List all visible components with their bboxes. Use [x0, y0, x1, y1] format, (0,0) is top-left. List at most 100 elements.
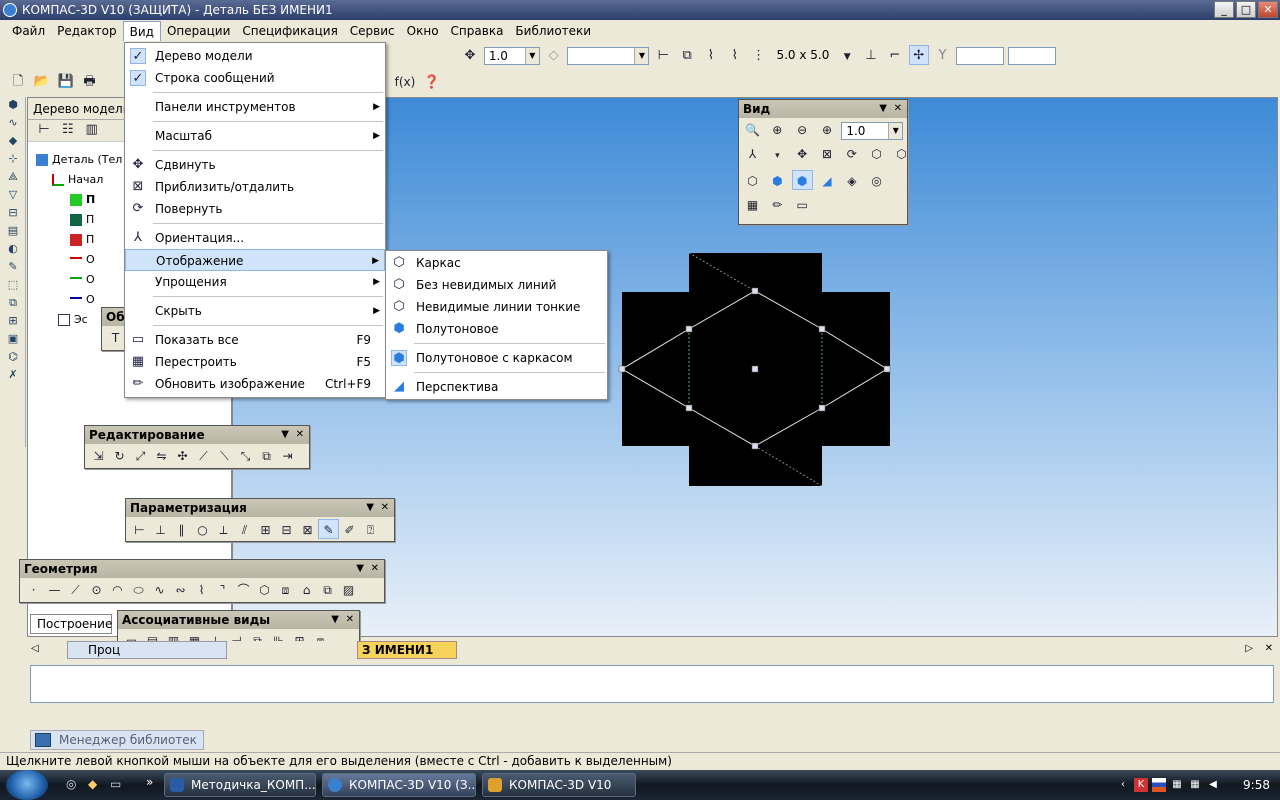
menu-item-rotate[interactable]: ⟳ Повернуть: [125, 198, 385, 220]
menu-item-message-bar[interactable]: ✓ Строка сообщений: [125, 67, 385, 89]
param-mode-icon[interactable]: ✎: [318, 519, 339, 539]
maximize-button[interactable]: □: [1236, 1, 1256, 18]
handle[interactable]: [818, 325, 826, 333]
tab-close-icon[interactable]: ✕: [1265, 643, 1273, 654]
save-icon[interactable]: 💾: [56, 72, 76, 92]
close-icon[interactable]: ✕: [346, 611, 354, 629]
normal-view-icon[interactable]: ⬡: [866, 144, 887, 164]
diagnostics-icon[interactable]: ▤: [3, 224, 23, 241]
aux-geometry-icon[interactable]: ⟁: [3, 170, 23, 187]
panel-menu-icon[interactable]: ▼: [331, 611, 339, 629]
handle[interactable]: [618, 365, 626, 373]
tree-list-icon[interactable]: ☷: [58, 120, 78, 140]
parallel-icon[interactable]: ∥: [171, 520, 192, 540]
quicklaunch-desktop-icon[interactable]: ▭: [110, 777, 121, 791]
assembly-icon[interactable]: ⧉: [3, 296, 23, 313]
handle[interactable]: [883, 365, 891, 373]
screen-icon[interactable]: ▭: [792, 195, 813, 215]
deform-icon[interactable]: ✣: [172, 446, 193, 466]
show-constraints-icon[interactable]: ✐: [339, 520, 360, 540]
hide-icon[interactable]: ◈: [841, 171, 862, 191]
help-pointer-icon[interactable]: ❓: [422, 73, 442, 93]
circle-icon[interactable]: ⊙: [86, 580, 107, 600]
arc-icon[interactable]: ◠: [107, 580, 128, 600]
menu-item-orientation[interactable]: ⅄ Ориентация...: [125, 227, 385, 249]
ref-geometry-icon[interactable]: ⬚: [3, 278, 23, 295]
orient-icon[interactable]: ⧉: [677, 46, 697, 66]
menu-service[interactable]: Сервис: [344, 21, 401, 41]
aux-line-icon[interactable]: —: [44, 580, 65, 600]
menu-file[interactable]: Файл: [6, 21, 51, 41]
vertical-icon[interactable]: ⊥: [150, 520, 171, 540]
open-icon[interactable]: 📂: [32, 72, 52, 92]
fillet-icon[interactable]: ⌒: [233, 580, 254, 600]
handle[interactable]: [751, 287, 759, 295]
close-icon[interactable]: ✕: [371, 560, 379, 578]
menu-help[interactable]: Справка: [445, 21, 510, 41]
constraint-help-icon[interactable]: ⍰: [360, 520, 381, 540]
zoom-combo[interactable]: 1.0 ▼: [841, 121, 904, 140]
sketch-icon[interactable]: ✎: [3, 260, 23, 277]
menu-item-zoom[interactable]: ⊠ Приблизить/отдалить: [125, 176, 385, 198]
surfaces-icon[interactable]: ◆: [3, 134, 23, 151]
contour-icon[interactable]: ⌂: [296, 580, 317, 600]
ellipse-icon[interactable]: ⬭: [128, 580, 149, 600]
perpendicular-icon[interactable]: ⟂: [213, 520, 234, 540]
close-button[interactable]: ✕: [1258, 1, 1278, 18]
fix-icon[interactable]: ⊞: [255, 520, 276, 540]
submenu-item-perspective[interactable]: ◢ Перспектива: [386, 376, 607, 398]
ortho-icon[interactable]: ⊥: [861, 46, 881, 66]
point-icon[interactable]: ·: [23, 580, 44, 600]
quicklaunch-more-icon[interactable]: »: [146, 775, 153, 789]
tray-network2-icon[interactable]: ▦: [1188, 778, 1202, 792]
trim-icon[interactable]: ⟋: [193, 446, 214, 466]
handle[interactable]: [751, 365, 759, 373]
menu-view[interactable]: Вид: [122, 21, 161, 41]
scale-icon[interactable]: ⤢: [130, 446, 151, 466]
arrays-icon[interactable]: ⊹: [3, 152, 23, 169]
menu-item-refresh[interactable]: ✏ Обновить изображение Ctrl+F9: [125, 373, 385, 395]
chevron-down-icon[interactable]: ▾: [767, 146, 788, 166]
extend-icon[interactable]: ⟍: [214, 446, 235, 466]
submenu-item-no-hidden[interactable]: ⬡ Без невидимых линий: [386, 274, 607, 296]
snap-icon[interactable]: ⌇: [701, 46, 721, 66]
menu-libraries[interactable]: Библиотеки: [509, 21, 597, 41]
tray-antivirus-icon[interactable]: K: [1134, 778, 1148, 792]
redraw-icon[interactable]: ✏: [767, 195, 788, 215]
submenu-item-thin-hidden[interactable]: ⬡ Невидимые линии тонкие: [386, 296, 607, 318]
coord-x-field[interactable]: [956, 46, 1005, 65]
copy-icon[interactable]: ⧉: [256, 446, 277, 466]
polygon-icon[interactable]: ⬡: [254, 580, 275, 600]
edit-details-icon[interactable]: ⬢: [3, 98, 23, 115]
fx-button[interactable]: f(x): [392, 72, 418, 92]
menu-item-model-tree[interactable]: ✓ Дерево модели: [125, 45, 385, 67]
projection-icon[interactable]: ⧉: [317, 580, 338, 600]
tree-struct-icon[interactable]: ⊢: [34, 120, 54, 140]
submenu-item-shaded-wire[interactable]: ⬢ Полутоновое с каркасом: [386, 347, 607, 369]
round-icon[interactable]: ⌐: [885, 46, 905, 66]
section-icon[interactable]: ◎: [866, 171, 887, 191]
hatch-icon[interactable]: ▨: [338, 580, 359, 600]
horizontal-icon[interactable]: ⊢: [129, 520, 150, 540]
tab-scroll-right-icon[interactable]: ▷: [1245, 643, 1253, 654]
tray-network-icon[interactable]: ▦: [1170, 778, 1184, 792]
rotate-icon[interactable]: ↻: [109, 446, 130, 466]
document-tab[interactable]: З ИМЕНИ1: [357, 641, 457, 659]
zoom-in-icon[interactable]: ⊕: [767, 120, 788, 140]
chamfer-icon[interactable]: ⌝: [212, 580, 233, 600]
tab-process[interactable]: Проц: [67, 641, 227, 659]
spline-icon[interactable]: ∿: [149, 580, 170, 600]
tab-scroll-left-icon[interactable]: ◁: [31, 643, 39, 654]
pan-icon[interactable]: ✥: [792, 144, 813, 164]
move-icon[interactable]: ⇲: [88, 446, 109, 466]
handle[interactable]: [685, 325, 693, 333]
specification-icon[interactable]: ⊞: [3, 314, 23, 331]
new-doc-icon[interactable]: 🗋: [8, 72, 28, 92]
segment-icon[interactable]: ⟋: [65, 580, 86, 600]
wireframe-icon[interactable]: ⬡: [742, 171, 763, 191]
sheet-metal-icon[interactable]: ◐: [3, 242, 23, 259]
panel-menu-icon[interactable]: ▼: [366, 499, 374, 517]
local-cs-icon[interactable]: ⊢: [653, 46, 673, 66]
menu-item-hide[interactable]: Скрыть ▶: [125, 300, 385, 322]
message-area[interactable]: [30, 665, 1274, 703]
